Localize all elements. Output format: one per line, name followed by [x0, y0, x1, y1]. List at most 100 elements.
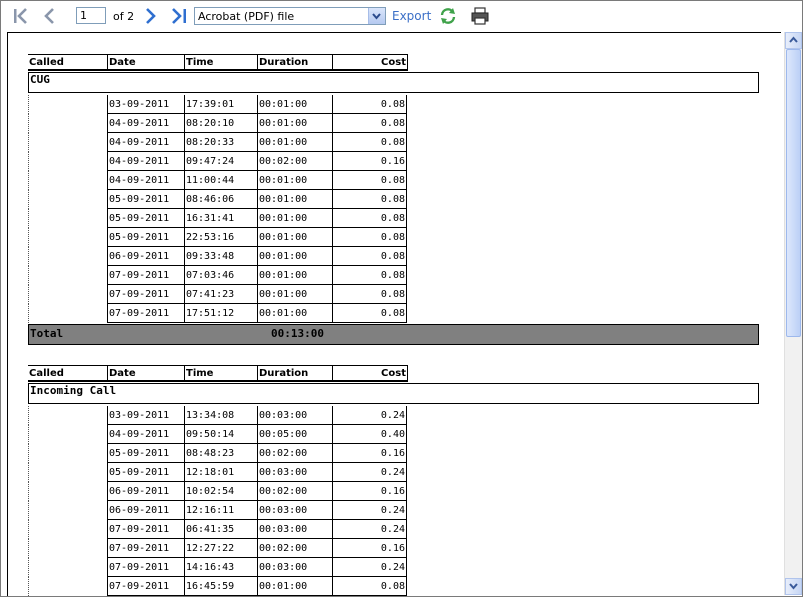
cell-date: 07-09-2011	[107, 304, 184, 323]
cell-time: 12:18:01	[184, 463, 257, 482]
cell-duration: 00:01:00	[257, 304, 332, 323]
cell-date: 05-09-2011	[107, 463, 184, 482]
last-page-icon[interactable]	[169, 6, 189, 26]
cell-time: 17:39:01	[184, 95, 257, 114]
refresh-icon[interactable]	[438, 6, 458, 26]
cell-date: 07-09-2011	[107, 285, 184, 304]
cell-time: 17:51:12	[184, 304, 257, 323]
next-page-icon[interactable]	[141, 6, 161, 26]
cell-duration: 00:01:00	[257, 285, 332, 304]
cell-time: 08:46:06	[184, 190, 257, 209]
cell-duration: 00:01:00	[257, 228, 332, 247]
print-icon[interactable]	[470, 6, 490, 26]
export-format-select[interactable]: Acrobat (PDF) file	[194, 7, 386, 25]
cell-called	[28, 501, 107, 520]
cell-duration: 00:03:00	[257, 406, 332, 425]
cell-date: 06-09-2011	[107, 501, 184, 520]
cell-called	[28, 266, 107, 285]
cell-called	[28, 425, 107, 444]
cell-date: 07-09-2011	[107, 266, 184, 285]
cell-called	[28, 520, 107, 539]
cell-time: 09:50:14	[184, 425, 257, 444]
scrollbar-thumb[interactable]	[786, 49, 801, 337]
table-row: 07-09-2011 17:51:12 00:01:00 0.08	[28, 304, 408, 323]
cell-duration: 00:01:00	[257, 209, 332, 228]
table-row: 06-09-2011 10:02:54 00:02:00 0.16	[28, 482, 408, 501]
table-row: 05-09-2011 22:53:16 00:01:00 0.08	[28, 228, 408, 247]
table-row: 04-09-2011 09:47:24 00:02:00 0.16	[28, 152, 408, 171]
cell-date: 03-09-2011	[107, 406, 184, 425]
cell-cost: 0.40	[332, 425, 407, 444]
cell-cost: 0.08	[332, 190, 407, 209]
column-header-time: Time	[184, 365, 257, 382]
previous-page-icon[interactable]	[39, 6, 59, 26]
column-header-date: Date	[107, 365, 184, 382]
cell-called	[28, 247, 107, 266]
cell-cost: 0.16	[332, 539, 407, 558]
cell-duration: 00:02:00	[257, 482, 332, 501]
cell-duration: 00:05:00	[257, 425, 332, 444]
cell-time: 06:41:35	[184, 520, 257, 539]
export-link[interactable]: Export	[392, 9, 431, 23]
table-row: 05-09-2011 08:46:06 00:01:00 0.08	[28, 190, 408, 209]
cell-cost: 0.24	[332, 501, 407, 520]
table-row: 05-09-2011 16:31:41 00:01:00 0.08	[28, 209, 408, 228]
cell-cost: 0.24	[332, 520, 407, 539]
table-row: 07-09-2011 16:45:59 00:01:00 0.08	[28, 577, 408, 596]
cell-duration: 00:01:00	[257, 133, 332, 152]
cell-time: 16:45:59	[184, 577, 257, 596]
table-row: 07-09-2011 06:41:35 00:03:00 0.24	[28, 520, 408, 539]
cell-duration: 00:01:00	[257, 577, 332, 596]
table-row: 04-09-2011 09:50:14 00:05:00 0.40	[28, 425, 408, 444]
column-header-time: Time	[184, 54, 257, 71]
cell-called	[28, 304, 107, 323]
table-row: 07-09-2011 07:41:23 00:01:00 0.08	[28, 285, 408, 304]
column-header-cost: Cost	[332, 54, 408, 71]
cell-cost: 0.08	[332, 247, 407, 266]
cell-time: 11:00:44	[184, 171, 257, 190]
cell-time: 22:53:16	[184, 228, 257, 247]
cell-cost: 0.16	[332, 482, 407, 501]
cell-called	[28, 171, 107, 190]
cell-time: 13:34:08	[184, 406, 257, 425]
vertical-scrollbar[interactable]	[784, 32, 802, 595]
table-row: 04-09-2011 08:20:10 00:01:00 0.08	[28, 114, 408, 133]
cell-cost: 0.08	[332, 228, 407, 247]
group-title: CUG	[28, 72, 759, 93]
page-number-input[interactable]	[76, 7, 106, 24]
scroll-down-button[interactable]	[785, 578, 802, 595]
cell-duration: 00:01:00	[257, 95, 332, 114]
cell-cost: 0.08	[332, 95, 407, 114]
cell-date: 04-09-2011	[107, 133, 184, 152]
column-header-called: Called	[28, 54, 107, 71]
column-header-duration: Duration	[257, 365, 332, 382]
cell-date: 06-09-2011	[107, 482, 184, 501]
table-row: 04-09-2011 11:00:44 00:01:00 0.08	[28, 171, 408, 190]
first-page-icon[interactable]	[11, 6, 31, 26]
cell-cost: 0.08	[332, 171, 407, 190]
cell-duration: 00:01:00	[257, 247, 332, 266]
cell-date: 04-09-2011	[107, 114, 184, 133]
viewer-toolbar: of 2 Acrobat (PDF) file Export	[1, 1, 801, 30]
cell-called	[28, 558, 107, 577]
cell-date: 04-09-2011	[107, 171, 184, 190]
report-viewport: Called Date Time Duration Cost CUG 03-09-2011 1…	[7, 32, 781, 596]
table-row: 05-09-2011 08:48:23 00:02:00 0.16	[28, 444, 408, 463]
cell-duration: 00:01:00	[257, 266, 332, 285]
cell-time: 16:31:41	[184, 209, 257, 228]
cell-time: 10:02:54	[184, 482, 257, 501]
cell-time: 12:16:11	[184, 501, 257, 520]
cell-cost: 0.08	[332, 304, 407, 323]
cell-duration: 00:01:00	[257, 114, 332, 133]
cell-time: 08:20:33	[184, 133, 257, 152]
cell-cost: 0.24	[332, 558, 407, 577]
cell-date: 07-09-2011	[107, 558, 184, 577]
cell-cost: 0.08	[332, 285, 407, 304]
export-format-value: Acrobat (PDF) file	[198, 10, 295, 23]
dropdown-arrow-icon[interactable]	[368, 8, 385, 24]
scroll-up-button[interactable]	[785, 32, 802, 49]
table-row: 04-09-2011 08:20:33 00:01:00 0.08	[28, 133, 408, 152]
table-row: 07-09-2011 07:03:46 00:01:00 0.08	[28, 266, 408, 285]
cell-cost: 0.24	[332, 463, 407, 482]
cell-called	[28, 463, 107, 482]
